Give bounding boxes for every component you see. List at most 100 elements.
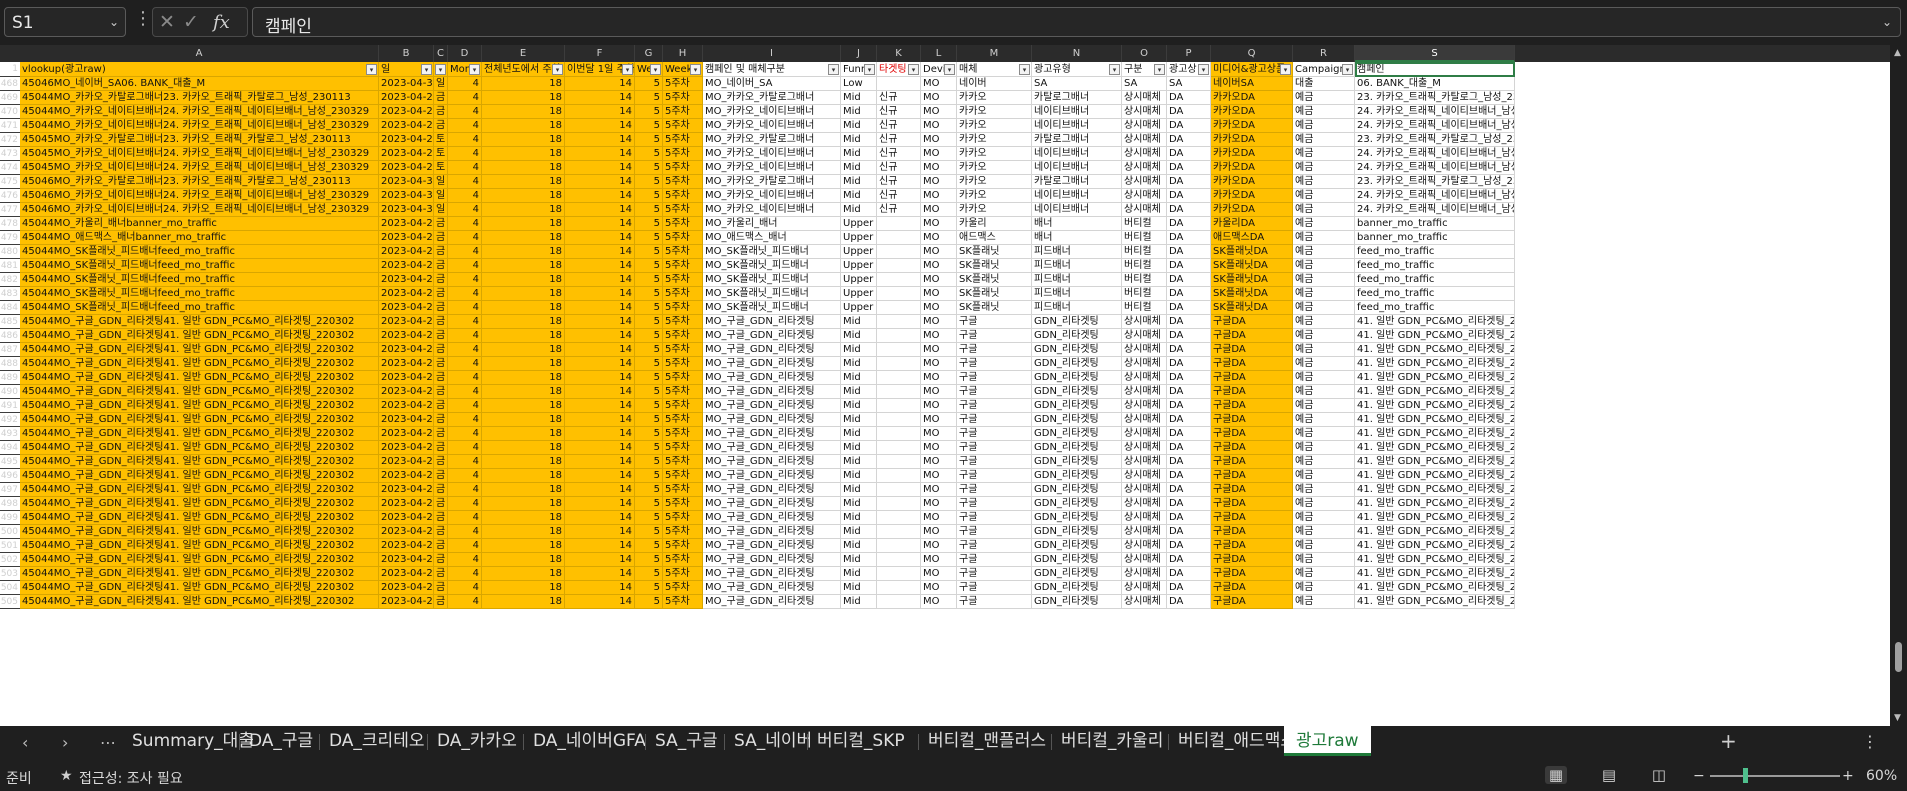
cell-m[interactable]: 카카오 [957, 175, 1032, 189]
cell-a[interactable]: 45044MO_구글_GDN_리타겟팅41. 일반 GDN_PC&MO_리타겟팅… [20, 357, 379, 371]
row-header[interactable]: 481 [0, 259, 20, 273]
cell-f[interactable]: 14 [565, 371, 635, 385]
header-cell-b[interactable]: 일 ▾ [379, 62, 434, 77]
cell-l[interactable]: MO [921, 245, 957, 259]
cell-s[interactable]: 41. 일반 GDN_PC&MO_리타겟팅_22030 [1355, 595, 1515, 609]
cell-g[interactable]: 5 [635, 567, 663, 581]
zoom-slider-thumb[interactable] [1743, 768, 1748, 783]
cell-n[interactable]: GDN_리타겟팅 [1032, 469, 1122, 483]
cell-l[interactable]: MO [921, 539, 957, 553]
cell-l[interactable]: MO [921, 399, 957, 413]
cell-o[interactable]: 상시매체 [1122, 315, 1167, 329]
cell-j[interactable]: Mid [841, 539, 877, 553]
cell-h[interactable]: 5주차 [663, 343, 703, 357]
cell-f[interactable]: 14 [565, 413, 635, 427]
cell-i[interactable]: MO_구글_GDN_리타겟팅 [703, 385, 841, 399]
cell-o[interactable]: 상시매체 [1122, 385, 1167, 399]
row-header[interactable]: 487 [0, 343, 20, 357]
cell-k[interactable] [877, 511, 921, 525]
cell-a[interactable]: 45044MO_카울리_배너banner_mo_traffic [20, 217, 379, 231]
cell-b[interactable]: 2023-04-28 [379, 357, 434, 371]
cell-m[interactable]: 구글 [957, 329, 1032, 343]
cell-m[interactable]: 애드맥스 [957, 231, 1032, 245]
cell-f[interactable]: 14 [565, 539, 635, 553]
cell-m[interactable]: 구글 [957, 343, 1032, 357]
cell-g[interactable]: 5 [635, 259, 663, 273]
cell-b[interactable]: 2023-04-28 [379, 259, 434, 273]
filter-dropdown-icon[interactable]: ▾ [1342, 64, 1353, 75]
cell-b[interactable]: 2023-04-28 [379, 511, 434, 525]
cell-c[interactable]: 일 [434, 175, 448, 189]
cell-o[interactable]: 상시매체 [1122, 581, 1167, 595]
cell-d[interactable]: 4 [448, 399, 482, 413]
cell-h[interactable]: 5주차 [663, 357, 703, 371]
cell-a[interactable]: 45044MO_구글_GDN_리타겟팅41. 일반 GDN_PC&MO_리타겟팅… [20, 427, 379, 441]
column-header-l[interactable]: L [921, 45, 957, 62]
cell-l[interactable]: MO [921, 441, 957, 455]
header-cell-f[interactable]: 이번달 1일 주차 ▾ [565, 62, 635, 77]
cell-b[interactable]: 2023-04-29 [379, 161, 434, 175]
cell-d[interactable]: 4 [448, 77, 482, 91]
cell-p[interactable]: DA [1167, 539, 1211, 553]
column-header-g[interactable]: G [635, 45, 663, 62]
cell-r[interactable]: 예금 [1293, 231, 1355, 245]
cell-i[interactable]: MO_구글_GDN_리타겟팅 [703, 315, 841, 329]
cell-i[interactable]: MO_카카오_카탈로그배너 [703, 91, 841, 105]
column-header-b[interactable]: B [379, 45, 434, 62]
cell-b[interactable]: 2023-04-28 [379, 497, 434, 511]
cell-i[interactable]: MO_구글_GDN_리타겟팅 [703, 567, 841, 581]
cell-i[interactable]: MO_구글_GDN_리타겟팅 [703, 357, 841, 371]
cell-f[interactable]: 14 [565, 357, 635, 371]
cell-j[interactable]: Mid [841, 357, 877, 371]
cell-p[interactable]: DA [1167, 259, 1211, 273]
cell-n[interactable]: GDN_리타겟팅 [1032, 525, 1122, 539]
cell-k[interactable] [877, 385, 921, 399]
cell-o[interactable]: 상시매체 [1122, 329, 1167, 343]
sheet-tab-raw[interactable]: 광고raw [1284, 726, 1371, 756]
cell-r[interactable]: 예금 [1293, 315, 1355, 329]
cell-k[interactable] [877, 553, 921, 567]
cell-s[interactable]: 06. BANK_대출_M [1355, 77, 1515, 91]
cell-a[interactable]: 45044MO_구글_GDN_리타겟팅41. 일반 GDN_PC&MO_리타겟팅… [20, 553, 379, 567]
row-header[interactable]: 502 [0, 553, 20, 567]
cell-e[interactable]: 18 [482, 455, 565, 469]
cell-c[interactable]: 금 [434, 511, 448, 525]
cell-m[interactable]: 구글 [957, 581, 1032, 595]
cell-r[interactable]: 예금 [1293, 399, 1355, 413]
sheet-tab-x[interactable]: 버티컬_맨플러스 [928, 726, 1046, 756]
cell-j[interactable]: Upper [841, 245, 877, 259]
cell-f[interactable]: 14 [565, 343, 635, 357]
cell-s[interactable]: feed_mo_traffic [1355, 245, 1515, 259]
header-cell-j[interactable]: Funn ▾ [841, 62, 877, 77]
cell-m[interactable]: 구글 [957, 413, 1032, 427]
cell-j[interactable]: Mid [841, 581, 877, 595]
row-header[interactable]: 479 [0, 231, 20, 245]
cell-d[interactable]: 4 [448, 539, 482, 553]
cell-a[interactable]: 45045MO_카카오_네이티브배너24. 카카오_트래픽_네이티브배너_남성_… [20, 161, 379, 175]
cell-d[interactable]: 4 [448, 413, 482, 427]
row-header[interactable]: 489 [0, 371, 20, 385]
cell-b[interactable]: 2023-04-28 [379, 525, 434, 539]
cell-k[interactable]: 신규 [877, 119, 921, 133]
header-cell-r[interactable]: Campaign ▾ [1293, 62, 1355, 77]
cell-q[interactable]: 구글DA [1211, 357, 1293, 371]
cell-q[interactable]: 구글DA [1211, 385, 1293, 399]
cell-d[interactable]: 4 [448, 203, 482, 217]
cell-q[interactable]: 구글DA [1211, 329, 1293, 343]
cell-i[interactable]: MO_구글_GDN_리타겟팅 [703, 539, 841, 553]
cell-d[interactable]: 4 [448, 553, 482, 567]
row-header[interactable]: 488 [0, 357, 20, 371]
row-header[interactable]: 504 [0, 581, 20, 595]
cell-d[interactable]: 4 [448, 581, 482, 595]
cell-d[interactable]: 4 [448, 385, 482, 399]
cell-q[interactable]: 카카오DA [1211, 175, 1293, 189]
cell-h[interactable]: 5주차 [663, 315, 703, 329]
cell-k[interactable] [877, 427, 921, 441]
cell-o[interactable]: 상시매체 [1122, 105, 1167, 119]
cell-p[interactable]: DA [1167, 189, 1211, 203]
cell-j[interactable]: Upper [841, 217, 877, 231]
cell-n[interactable]: GDN_리타겟팅 [1032, 567, 1122, 581]
cell-s[interactable]: 41. 일반 GDN_PC&MO_리타겟팅_22030 [1355, 539, 1515, 553]
cell-p[interactable]: DA [1167, 161, 1211, 175]
cell-m[interactable]: 카카오 [957, 91, 1032, 105]
